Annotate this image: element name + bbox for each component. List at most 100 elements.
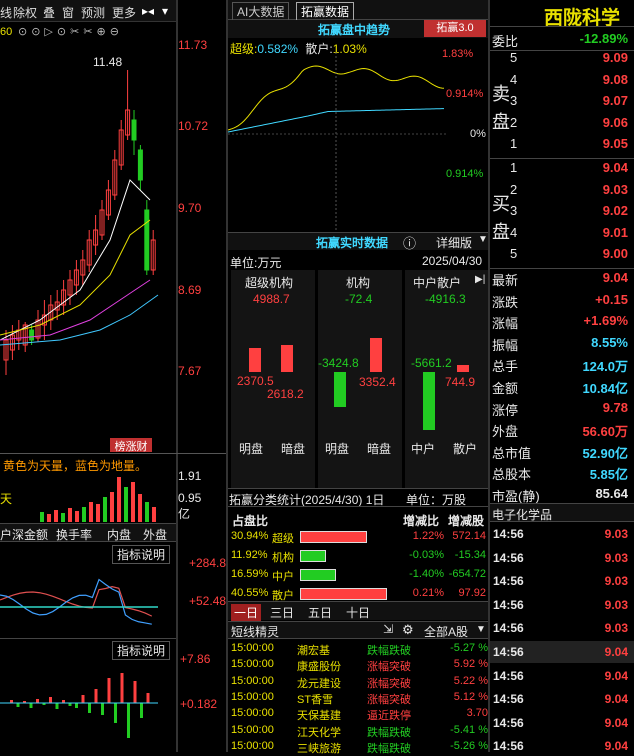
vol-tag: 天: [0, 492, 13, 506]
realtime-unit: 单位:万元: [230, 256, 282, 270]
trend-badge[interactable]: 拓赢3.0: [424, 20, 486, 37]
tick-price: 9.03: [604, 574, 628, 589]
sprite-name: 康盛股份: [297, 661, 341, 674]
sprite-time: 15:00:00: [231, 658, 274, 671]
tab-ai-data[interactable]: AI大数据: [232, 2, 290, 21]
toolbar-dropdown-icon[interactable]: ▾: [162, 4, 168, 18]
stat-label: 总手: [492, 359, 519, 375]
info-icon[interactable]: ⓘ: [403, 233, 416, 252]
chevron-down-icon[interactable]: ▼: [478, 234, 488, 245]
tick-time: 14:56: [493, 597, 524, 612]
tick-price: 9.03: [604, 527, 628, 541]
industry-bar[interactable]: 电子化学品: [490, 503, 634, 522]
classify-bar: [300, 569, 336, 581]
period-1d[interactable]: 一日: [231, 604, 262, 621]
realtime-date: 2025/04/30: [422, 254, 483, 268]
buy-price: 9.04: [602, 160, 628, 175]
price-tick: 7.67: [178, 364, 202, 378]
price-tick: 9.70: [178, 201, 202, 215]
sell-level: 5: [510, 50, 518, 65]
sell-price: 9.08: [602, 71, 628, 87]
classify-chg: 1.22%: [412, 530, 444, 542]
realtime-header: 拓赢实时数据 ⓘ 详细版 ▼: [228, 232, 490, 252]
buy-price: 9.00: [602, 246, 628, 261]
chevron-down-icon[interactable]: ▼: [476, 624, 486, 635]
tab-tuoying-data[interactable]: 拓赢数据: [296, 2, 355, 21]
tab-inner[interactable]: 内盘: [107, 526, 131, 543]
buy-label: 买盘: [492, 194, 510, 242]
kline-rank-label[interactable]: 榜涨财: [110, 438, 152, 453]
stat-value: 9.78: [602, 399, 628, 415]
classify-name: 中户: [272, 571, 294, 583]
period-3d[interactable]: 三日: [270, 604, 294, 621]
indicator2-chart: [0, 673, 158, 738]
buy-level: 4: [510, 224, 518, 240]
divider: [488, 0, 490, 752]
toolbar-window[interactable]: 窗: [62, 4, 74, 21]
sprite-name: 江天化学: [297, 726, 341, 739]
stat-value: 9.04: [602, 270, 628, 285]
toolbar-overlay[interactable]: 叠: [43, 4, 55, 21]
stat-value: +0.15: [595, 291, 628, 307]
toolbar-line[interactable]: 线: [0, 4, 12, 21]
stat-value: 52.90亿: [582, 445, 628, 461]
sprite-event: 涨幅突破: [367, 693, 411, 706]
kline-chart[interactable]: [0, 40, 178, 440]
sprite-filter[interactable]: 全部A股: [424, 623, 468, 640]
trend-title: 拓赢盘中趋势: [318, 23, 391, 37]
detail-dropdown[interactable]: 详细版: [436, 234, 472, 251]
divider: [490, 26, 634, 27]
sprite-value: 5.92 %: [453, 658, 488, 671]
divider: [490, 268, 634, 269]
kline-subtabs: 户深金额 换手率 内盘 外盘: [0, 523, 176, 542]
period-tabs: 一日 三日 五日 十日: [228, 601, 490, 621]
stat-label: 最新: [492, 273, 519, 288]
tick-time: 14:56: [493, 621, 524, 636]
tab-amount[interactable]: 户深金额: [0, 526, 48, 543]
stat-label: 振幅: [492, 337, 519, 353]
stat-value: 5.85亿: [589, 467, 628, 483]
sell-level: 1: [510, 136, 518, 151]
toolbar-nav-icon[interactable]: ▸◂: [142, 4, 154, 18]
webi-row: 委比 -12.89%: [492, 31, 628, 49]
kline-tool-icons[interactable]: ⊙⊙▷⊙✂✂⊕⊖: [18, 25, 123, 38]
middle-tabs: AI大数据 拓赢数据: [226, 0, 490, 21]
classify-chg: 0.21%: [412, 587, 444, 599]
period-10d[interactable]: 十日: [346, 604, 370, 621]
stat-label: 金额: [492, 381, 519, 396]
export-icon[interactable]: ⇲: [383, 622, 393, 636]
sprite-name: 天保基建: [297, 710, 341, 723]
classify-pct: 30.94%: [231, 530, 269, 542]
toolbar-forecast[interactable]: 预测: [81, 4, 105, 21]
tick-price: 9.04: [604, 692, 628, 707]
sprite-time: 15:00:00: [231, 739, 274, 752]
tab-outer[interactable]: 外盘: [143, 526, 167, 543]
stat-value: 85.64: [595, 486, 628, 501]
classify-bar: [300, 531, 367, 543]
sell-price: 9.07: [602, 93, 628, 108]
tab-turnover[interactable]: 换手率: [56, 526, 92, 543]
kline-peak-label: 11.48: [93, 55, 123, 69]
period-5d[interactable]: 五日: [308, 604, 332, 621]
sprite-time: 15:00:00: [231, 707, 274, 720]
realtime-columns: 超级机构 4988.7 机构 -72.4 中户散户 ▶| -4916.3 237…: [229, 270, 489, 488]
sprite-value: 3.70: [466, 707, 488, 720]
toolbar-exright[interactable]: 除权: [13, 4, 37, 21]
divider: [228, 488, 490, 489]
sprite-value: 5.22 %: [453, 674, 488, 687]
classify-qty: 572.14: [452, 530, 486, 542]
ind1-v1: +284.8: [189, 556, 227, 570]
buy-price: 9.01: [602, 224, 628, 240]
toolbar-more[interactable]: 更多: [112, 4, 136, 21]
classify-chg: -1.40%: [409, 568, 444, 580]
indicator1-chart: [0, 578, 158, 625]
sprite-event: 涨幅突破: [367, 661, 411, 674]
stat-label: 外盘: [492, 424, 519, 440]
sell-label: 卖盘: [492, 84, 510, 132]
stat-label: 涨跌: [492, 294, 519, 310]
tick-price: 9.04: [604, 715, 628, 730]
buy-price: 9.03: [602, 181, 628, 197]
gear-icon[interactable]: ⚙: [402, 622, 414, 638]
sell-level: 4: [510, 71, 518, 87]
classify-name: 超级: [272, 533, 294, 545]
